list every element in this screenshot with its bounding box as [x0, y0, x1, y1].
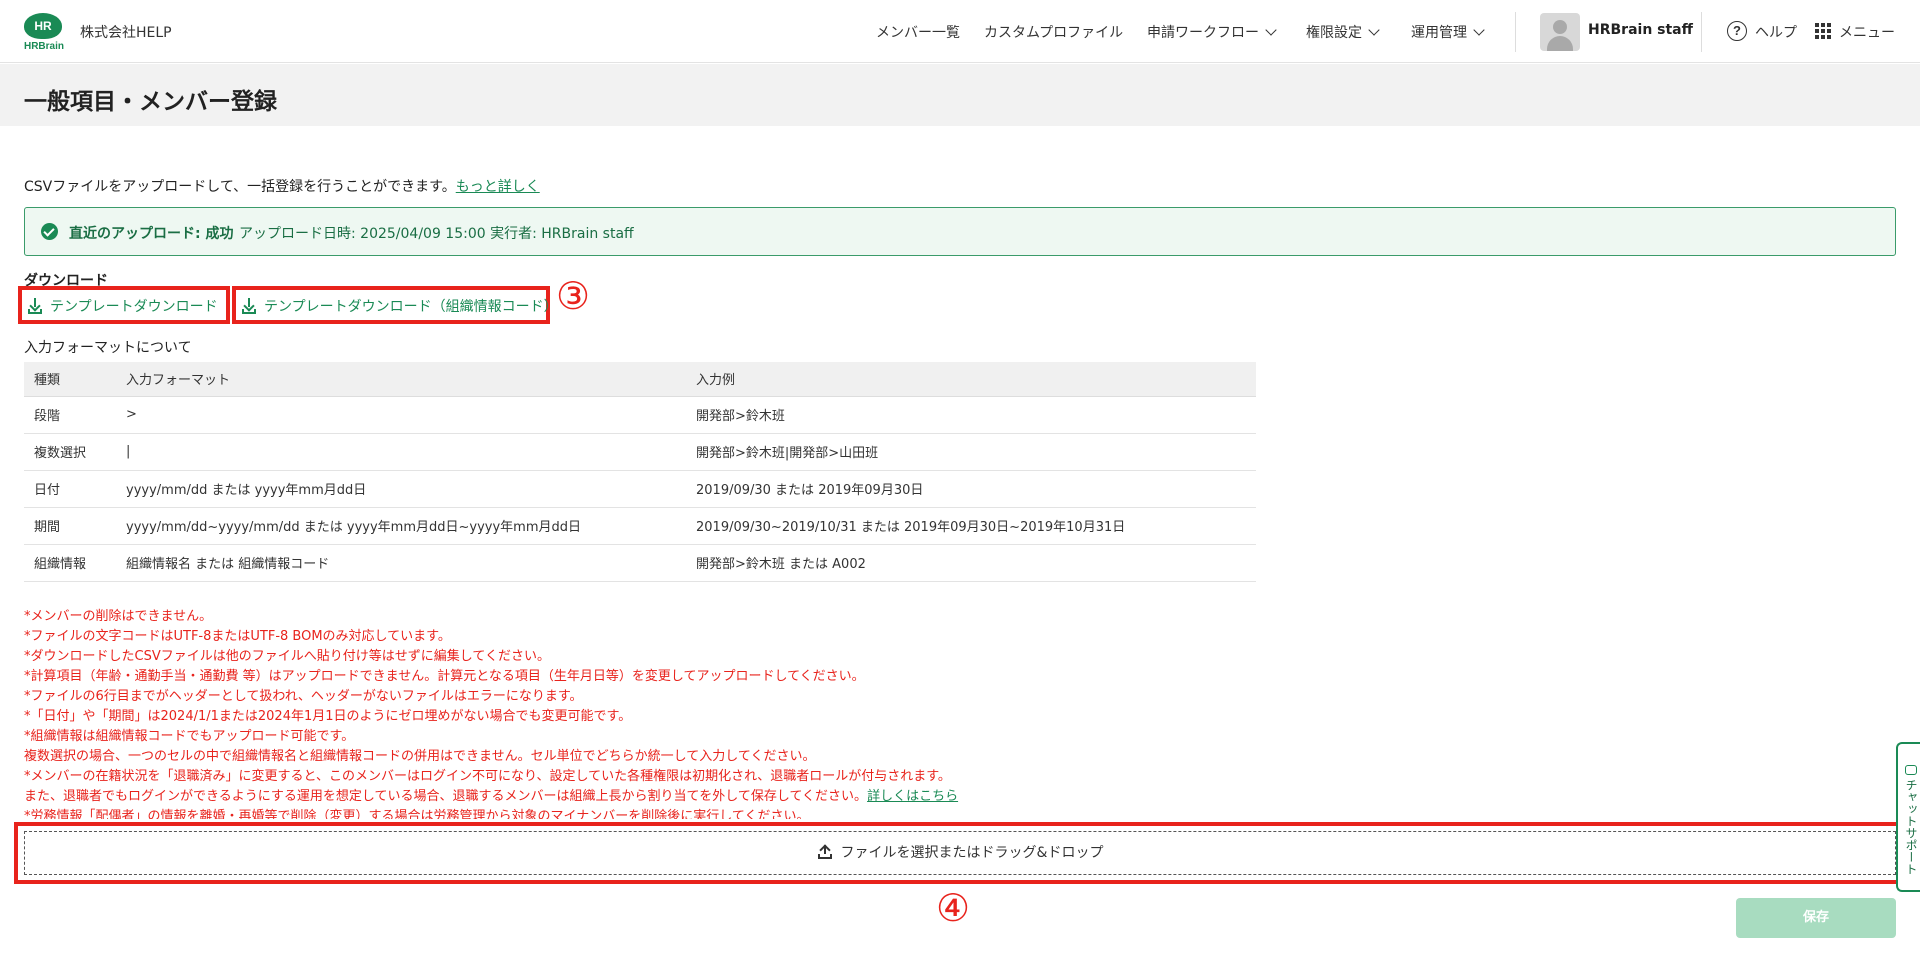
upload-status: 直近のアップロード: 成功 [69, 226, 234, 242]
table-row: 組織情報 組織情報名 または 組織情報コード 開発部>鈴木班 または A002 [24, 544, 1256, 582]
table-cell: 組織情報 [24, 544, 116, 582]
chevron-down-icon [1368, 24, 1380, 36]
table-row: 日付 yyyy/mm/dd または yyyy年mm月dd日 2019/09/30… [24, 470, 1256, 508]
table-cell: 日付 [24, 470, 116, 508]
table-cell: 開発部>鈴木班 [686, 396, 1256, 434]
chevron-down-icon [1473, 24, 1485, 36]
table-cell: yyyy/mm/dd または yyyy年mm月dd日 [116, 470, 686, 508]
template-download-button[interactable]: テンプレートダウンロード [18, 286, 230, 324]
nav-permissions[interactable]: 権限設定 [1306, 22, 1380, 42]
chevron-down-icon [1265, 24, 1277, 36]
nav-member-list[interactable]: メンバー一覧 [876, 22, 960, 42]
avatar-head [1553, 20, 1567, 34]
table-row: 段階 > 開発部>鈴木班 [24, 396, 1256, 434]
table-row: 期間 yyyy/mm/dd~yyyy/mm/dd または yyyy年mm月dd日… [24, 507, 1256, 545]
upload-detail: アップロード日時: 2025/04/09 15:00 実行者: HRBrain … [239, 226, 634, 242]
table-cell: | [116, 433, 686, 471]
menu-button[interactable]: メニュー [1839, 22, 1895, 42]
download-icon [28, 298, 42, 314]
logo-brand-text: HRBrain [23, 41, 64, 52]
note-line: *組織情報は組織情報コードでもアップロード可能です。 [24, 729, 355, 744]
column-header: 種類 [24, 362, 116, 397]
upload-dropzone-highlight: ファイルを選択またはドラッグ&ドロップ [14, 822, 1906, 884]
table-cell: 複数選択 [24, 433, 116, 471]
avatar-body [1547, 36, 1573, 51]
hrbrain-logo[interactable]: HR HRBrain [22, 13, 64, 53]
page-title: 一般項目・メンバー登録 [24, 89, 277, 115]
note-line: *ファイルの文字コードはUTF-8またはUTF-8 BOMのみ対応しています。 [24, 629, 451, 644]
upload-success-banner: 直近のアップロード: 成功 アップロード日時: 2025/04/09 15:00… [24, 207, 1896, 256]
note-line: *メンバーの在籍状況を「退職済み」に変更すると、このメンバーはログイン不可になり… [24, 769, 951, 784]
note-line: 複数選択の場合、一つのセルの中で組織情報名と組織情報コードの併用はできません。セ… [24, 749, 816, 764]
note-line: *ダウンロードしたCSVファイルは他のファイルへ貼り付け等はせずに編集してくださ… [24, 649, 550, 664]
input-format-table: 種類 入力フォーマット 入力例 段階 > 開発部>鈴木班 複数選択 | 開発部>… [24, 362, 1256, 582]
upload-icon [817, 843, 833, 859]
table-cell: yyyy/mm/dd~yyyy/mm/dd または yyyy年mm月dd日~yy… [116, 507, 686, 545]
step-4-annotation: ④ [936, 886, 971, 930]
table-cell: > [116, 396, 686, 434]
page-header: 一般項目・メンバー登録 [0, 64, 1920, 126]
top-navigation-bar: HR HRBrain 株式会社HELP メンバー一覧 カスタムプロファイル 申請… [0, 0, 1920, 63]
note-line: *メンバーの削除はできません。 [24, 609, 213, 624]
nav-custom-profile[interactable]: カスタムプロファイル [984, 22, 1123, 42]
avatar[interactable] [1540, 13, 1580, 51]
nav-operations[interactable]: 運用管理 [1411, 22, 1485, 42]
table-cell: 開発部>鈴木班 または A002 [686, 544, 1256, 582]
table-cell: 開発部>鈴木班|開発部>山田班 [686, 433, 1256, 471]
chat-bubble-icon [1905, 765, 1917, 775]
table-header-row: 種類 入力フォーマット 入力例 [24, 362, 1256, 397]
help-link[interactable]: ヘルプ [1755, 22, 1797, 42]
header-divider [1515, 12, 1516, 52]
logo-mark: HR [24, 13, 62, 39]
details-link[interactable]: 詳しくはこちら [867, 789, 958, 804]
table-row: 複数選択 | 開発部>鈴木班|開発部>山田班 [24, 433, 1256, 471]
nav-workflow[interactable]: 申請ワークフロー [1147, 22, 1277, 42]
column-header: 入力フォーマット [116, 362, 686, 397]
template-download-org-code-button[interactable]: テンプレートダウンロード（組織情報コード） [232, 286, 558, 324]
company-name: 株式会社HELP [80, 25, 172, 41]
intro-text: CSVファイルをアップロードして、一括登録を行うことができます。もっと詳しく [24, 179, 540, 195]
check-circle-icon [41, 223, 58, 240]
note-line: *労務情報「配偶者」の情報を離婚・再婚等で削除（変更）する場合は労務管理から対象… [24, 809, 810, 819]
learn-more-link[interactable]: もっと詳しく [456, 179, 540, 195]
table-cell: 期間 [24, 507, 116, 545]
step-3-annotation: ③ [556, 274, 591, 318]
table-cell: 段階 [24, 396, 116, 434]
table-cell: 2019/09/30~2019/10/31 または 2019年09月30日~20… [686, 507, 1256, 545]
format-heading: 入力フォーマットについて [24, 340, 192, 356]
download-icon [242, 298, 256, 314]
column-header: 入力例 [686, 362, 1256, 397]
note-line: *ファイルの6行目までがヘッダーとして扱われ、ヘッダーがないファイルはエラーにな… [24, 689, 583, 704]
note-line: *「日付」や「期間」は2024/1/1または2024年1月1日のようにゼロ埋めが… [24, 709, 632, 724]
help-icon[interactable]: ? [1727, 21, 1747, 41]
grid-menu-icon[interactable] [1815, 23, 1831, 39]
chat-support-tab[interactable]: チャットサポート [1896, 742, 1920, 892]
table-cell: 組織情報名 または 組織情報コード [116, 544, 686, 582]
upload-notes: *メンバーの削除はできません。 *ファイルの文字コードはUTF-8またはUTF-… [24, 607, 1884, 819]
header-divider [1701, 12, 1702, 52]
note-line: また、退職者でもログインができるようにする運用を想定している場合、退職するメンバ… [24, 789, 959, 804]
table-cell: 2019/09/30 または 2019年09月30日 [686, 470, 1256, 508]
file-upload-dropzone[interactable]: ファイルを選択またはドラッグ&ドロップ [24, 831, 1896, 875]
note-line: *計算項目（年齢・通勤手当・通勤費 等）はアップロードできません。計算元となる項… [24, 669, 865, 684]
save-button[interactable]: 保存 [1736, 898, 1896, 938]
user-name[interactable]: HRBrain staff [1588, 22, 1693, 38]
